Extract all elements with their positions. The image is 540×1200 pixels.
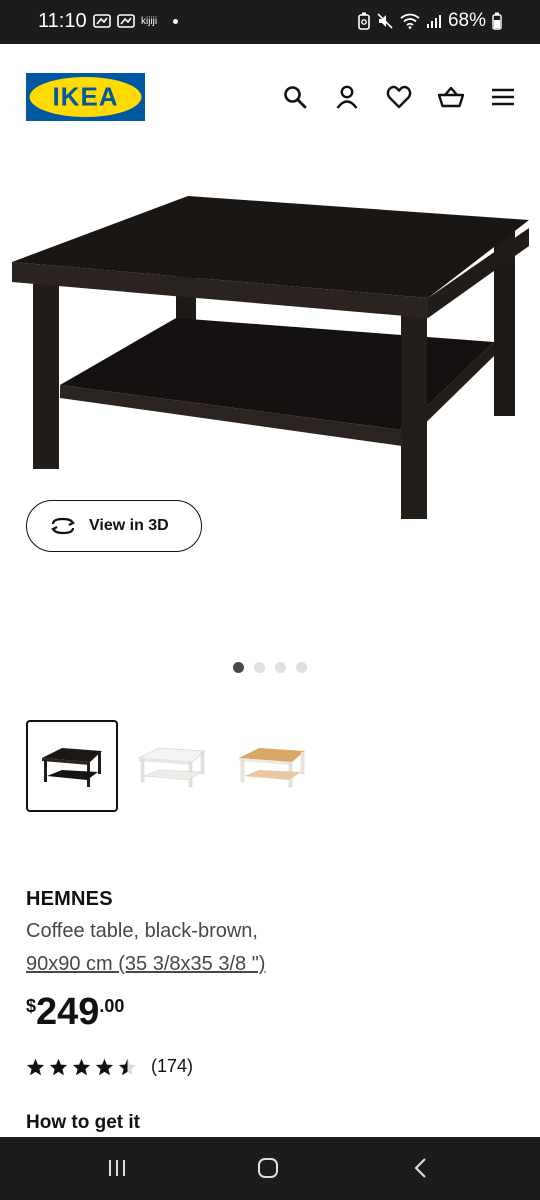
account-icon[interactable]: [334, 84, 360, 110]
back-icon[interactable]: [410, 1157, 432, 1179]
rotate-3d-icon: [51, 517, 75, 535]
svg-text:IKEA: IKEA: [52, 82, 118, 112]
carousel-dot[interactable]: [233, 662, 244, 673]
battery-percent: 68%: [447, 10, 486, 31]
price-main: 249: [36, 991, 100, 1033]
carousel-dot[interactable]: [296, 662, 307, 673]
battery-saver-icon: [358, 12, 370, 30]
variant-thumbnails: [26, 720, 318, 812]
variant-image: [137, 747, 207, 788]
product-price: $ 249 .00: [26, 990, 124, 1034]
carousel-dot[interactable]: [254, 662, 265, 673]
star-full-icon: [26, 1058, 45, 1075]
status-right: 68%: [358, 10, 502, 32]
star-full-icon: [72, 1058, 91, 1075]
home-icon[interactable]: [257, 1157, 279, 1179]
product-image[interactable]: [0, 180, 540, 530]
carousel-dots: [233, 662, 307, 673]
site-header: IKEA: [0, 44, 540, 144]
product-rating[interactable]: (174): [26, 1056, 193, 1077]
signal-icon: [426, 15, 441, 28]
star-full-icon: [95, 1058, 114, 1075]
star-full-icon: [49, 1058, 68, 1075]
variant-thumb-white[interactable]: [126, 720, 218, 812]
recent-apps-icon[interactable]: [106, 1157, 128, 1179]
battery-icon: [492, 12, 502, 30]
notification-icon: [117, 14, 135, 28]
header-actions: [282, 84, 516, 110]
variant-image: [42, 748, 102, 787]
variant-thumb-light-brown[interactable]: [226, 720, 318, 812]
star-half-icon: [118, 1058, 137, 1075]
status-more-dot: [173, 18, 179, 24]
variant-thumb-black-brown[interactable]: [26, 720, 118, 812]
view-in-3d-label: View in 3D: [89, 517, 169, 534]
heart-icon[interactable]: [386, 84, 412, 110]
how-to-get-it-heading[interactable]: How to get it: [26, 1112, 140, 1134]
view-in-3d-button[interactable]: View in 3D: [26, 500, 202, 552]
price-cents: .00: [99, 996, 125, 1016]
search-icon[interactable]: [282, 84, 308, 110]
system-nav-bar: [0, 1137, 540, 1200]
notification-icon: [93, 14, 111, 28]
rating-count: (174): [151, 1056, 194, 1076]
menu-icon[interactable]: [490, 84, 516, 110]
product-name: HEMNES: [26, 888, 113, 910]
wifi-icon: [400, 13, 420, 29]
carousel-dot[interactable]: [275, 662, 286, 673]
rating-stars: [26, 1058, 137, 1076]
product-size-link[interactable]: 90x90 cm (35 3/8x35 3/8 "): [26, 953, 265, 976]
status-notifications: kijiji: [93, 14, 179, 28]
product-description: Coffee table, black-brown,: [26, 920, 258, 942]
ikea-logo[interactable]: IKEA: [26, 73, 145, 121]
status-time: 11:10: [38, 10, 87, 32]
price-currency: $: [26, 996, 37, 1016]
status-bar: 11:10 kijiji 68%: [0, 0, 540, 44]
variant-image: [239, 748, 305, 788]
basket-icon[interactable]: [438, 84, 464, 110]
mute-icon: [377, 13, 393, 29]
status-app-label: kijiji: [141, 15, 158, 27]
